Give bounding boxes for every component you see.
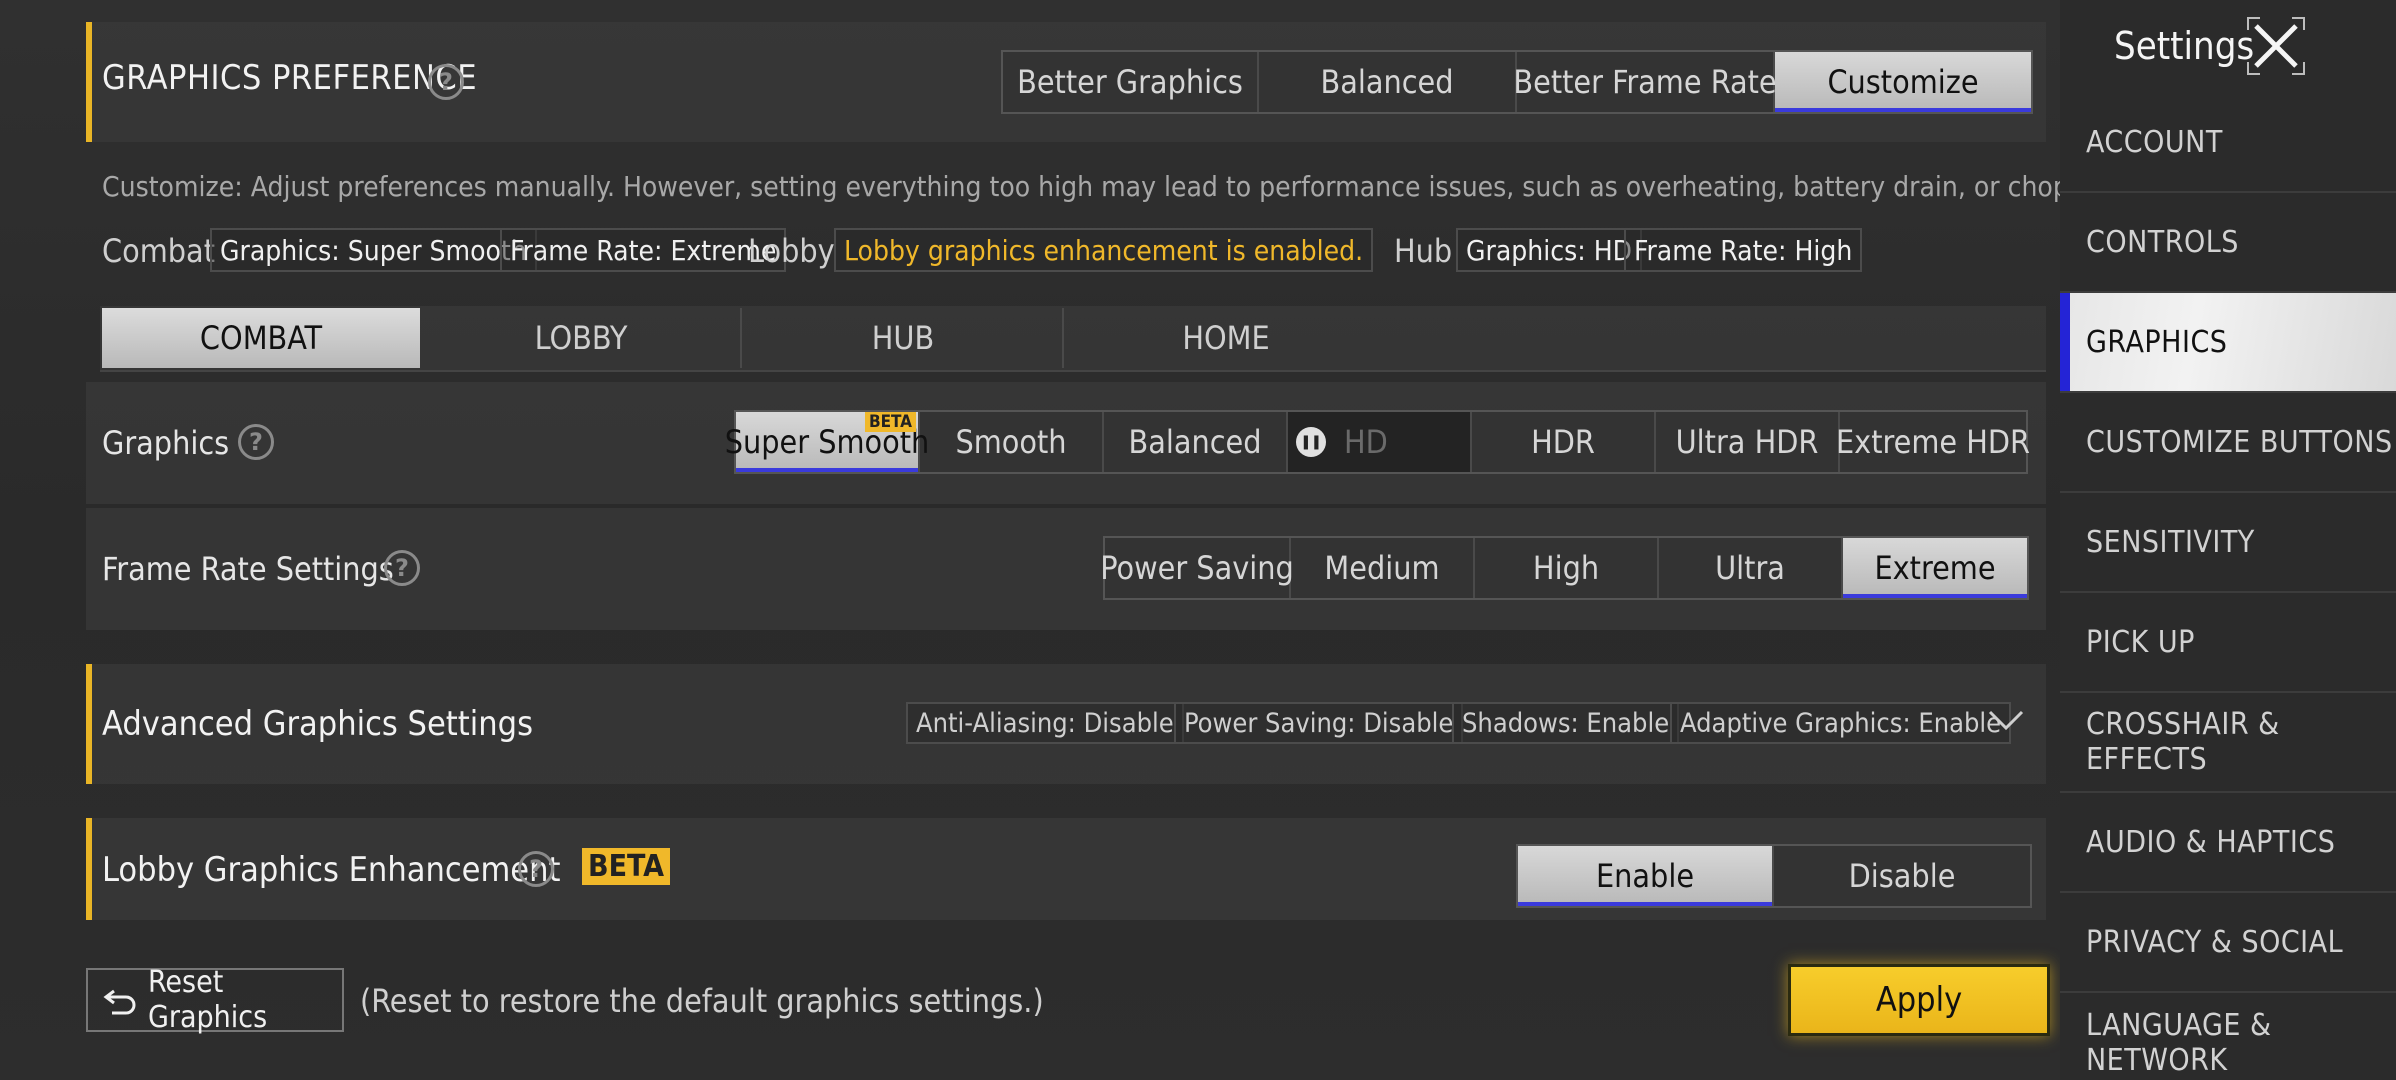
- graphics-option-label: HD: [1344, 423, 1388, 461]
- frame-rate-label: Frame Rate Settings: [102, 550, 394, 588]
- adaptive-graphics-tag: Adaptive Graphics: Enable: [1670, 702, 2012, 744]
- preference-option-better-graphics[interactable]: Better Graphics: [1003, 52, 1259, 112]
- lobby-enhancement-panel: Lobby Graphics Enhancement ? BETA Enable…: [86, 818, 2046, 920]
- graphics-label: Graphics: [102, 424, 230, 462]
- power-saving-tag: Power Saving: Disable: [1174, 702, 1464, 744]
- graphics-preference-selector: Better Graphics Balanced Better Frame Ra…: [1001, 50, 2033, 114]
- frame-rate-option-power-saving[interactable]: Power Saving: [1100, 538, 1294, 598]
- sidebar-item-sensitivity[interactable]: SENSITIVITY: [2060, 493, 2396, 593]
- frame-rate-panel: Frame Rate Settings ? Power Saving Mediu…: [86, 508, 2046, 630]
- graphics-option-super-smooth[interactable]: Super Smooth BETA: [725, 412, 929, 472]
- apply-button[interactable]: Apply: [1788, 964, 2050, 1036]
- sidebar-item-customize-buttons[interactable]: CUSTOMIZE BUTTONS: [2060, 393, 2396, 493]
- help-icon[interactable]: ?: [518, 851, 554, 887]
- frame-rate-option-medium[interactable]: Medium: [1291, 538, 1475, 598]
- tab-combat[interactable]: COMBAT: [102, 308, 420, 368]
- sidebar-item-controls[interactable]: CONTROLS: [2060, 193, 2396, 293]
- lobby-summary-label: Lobby: [748, 232, 835, 270]
- beta-badge: BETA: [582, 848, 670, 885]
- graphics-settings-main: GRAPHICS PREFERENCE ? Better Graphics Ba…: [0, 0, 2237, 1080]
- reset-note: (Reset to restore the default graphics s…: [360, 982, 1044, 1020]
- graphics-option-ultra-hdr[interactable]: Ultra HDR: [1656, 412, 1840, 472]
- lobby-status-tag: Lobby graphics enhancement is enabled.: [834, 228, 1374, 272]
- graphics-option-balanced[interactable]: Balanced: [1104, 412, 1288, 472]
- combat-graphics-tag: Graphics: Super Smooth: [210, 228, 537, 272]
- sidebar-item-audio-haptics[interactable]: AUDIO & HAPTICS: [2060, 793, 2396, 893]
- sidebar-item-graphics[interactable]: GRAPHICS: [2060, 293, 2396, 393]
- lobby-enhancement-disable[interactable]: Disable: [1774, 846, 2030, 906]
- lobby-enhancement-title: Lobby Graphics Enhancement: [102, 850, 561, 890]
- advanced-graphics-title: Advanced Graphics Settings: [102, 704, 534, 744]
- shadows-tag: Shadows: Enable: [1452, 702, 1680, 744]
- chevron-down-icon[interactable]: [1984, 698, 2028, 742]
- graphics-preference-title: GRAPHICS PREFERENCE: [102, 58, 478, 98]
- graphics-quality-panel: Graphics ? Super Smooth BETA Smooth Bala…: [86, 382, 2046, 504]
- lobby-enhancement-enable[interactable]: Enable: [1518, 846, 1774, 906]
- graphics-option-hd[interactable]: ❚❚ HD: [1288, 412, 1472, 472]
- graphics-option-extreme-hdr[interactable]: Extreme HDR: [1836, 412, 2030, 472]
- accent-bar: [86, 818, 92, 920]
- settings-title: Settings: [2114, 24, 2255, 68]
- accent-bar: [86, 22, 92, 142]
- combat-framerate-tag: Frame Rate: Extreme: [500, 228, 787, 272]
- reset-graphics-button[interactable]: Reset Graphics: [86, 965, 344, 1035]
- frame-rate-option-ultra[interactable]: Ultra: [1659, 538, 1843, 598]
- reset-graphics-label: Reset Graphics: [148, 965, 268, 1035]
- help-icon[interactable]: ?: [238, 424, 274, 460]
- frame-rate-selector: Power Saving Medium High Ultra Extreme: [1100, 536, 2029, 600]
- help-icon[interactable]: ?: [384, 550, 420, 586]
- graphics-option-smooth[interactable]: Smooth: [920, 412, 1104, 472]
- graphics-option-hdr[interactable]: HDR: [1472, 412, 1656, 472]
- close-icon[interactable]: [2244, 14, 2308, 78]
- undo-icon: [102, 985, 138, 1015]
- preference-option-balanced[interactable]: Balanced: [1259, 52, 1517, 112]
- hub-graphics-tag: Graphics: HD: [1456, 228, 1643, 272]
- beta-badge: BETA: [864, 412, 916, 432]
- current-settings-summary: Combat Graphics: Super Smooth Frame Rate…: [102, 228, 2002, 274]
- tab-hub[interactable]: HUB: [744, 308, 1064, 368]
- customize-description: Customize: Adjust preferences manually. …: [102, 170, 2237, 203]
- help-icon[interactable]: ?: [428, 64, 464, 100]
- graphics-preference-panel: GRAPHICS PREFERENCE ? Better Graphics Ba…: [86, 22, 2046, 142]
- apply-label: Apply: [1875, 980, 1963, 1020]
- accent-bar: [86, 664, 92, 784]
- combat-summary-label: Combat: [102, 232, 215, 270]
- pause-icon: ❚❚: [1296, 427, 1326, 457]
- preference-option-customize[interactable]: Customize: [1775, 52, 2031, 112]
- preference-option-better-frame-rate[interactable]: Better Frame Rate: [1513, 52, 1777, 112]
- advanced-graphics-panel[interactable]: Advanced Graphics Settings Anti-Aliasing…: [86, 664, 2046, 784]
- sidebar-item-privacy-social[interactable]: PRIVACY & SOCIAL: [2060, 893, 2396, 993]
- frame-rate-option-high[interactable]: High: [1475, 538, 1659, 598]
- anti-aliasing-tag: Anti-Aliasing: Disable: [906, 702, 1184, 744]
- sidebar-item-crosshair-effects[interactable]: CROSSHAIR & EFFECTS: [2060, 693, 2396, 793]
- hub-summary-label: Hub: [1394, 232, 1453, 270]
- tab-home[interactable]: HOME: [1066, 308, 1386, 368]
- graphics-quality-selector: Super Smooth BETA Smooth Balanced ❚❚ HD …: [725, 410, 2030, 474]
- hub-framerate-tag: Frame Rate: High: [1624, 228, 1863, 272]
- sidebar-item-account[interactable]: ACCOUNT: [2060, 93, 2396, 193]
- sidebar-item-language-network[interactable]: LANGUAGE & NETWORK: [2060, 993, 2396, 1080]
- tab-lobby[interactable]: LOBBY: [422, 308, 742, 368]
- settings-sidebar: Settings ACCOUNT CONTROLS GRAPHICS CUSTO…: [2060, 0, 2396, 1080]
- frame-rate-option-extreme[interactable]: Extreme: [1843, 538, 2027, 598]
- lobby-enhancement-selector: Enable Disable: [1516, 844, 2032, 908]
- sidebar-item-pick-up[interactable]: PICK UP: [2060, 593, 2396, 693]
- mode-tab-bar: COMBAT LOBBY HUB HOME: [100, 306, 2046, 372]
